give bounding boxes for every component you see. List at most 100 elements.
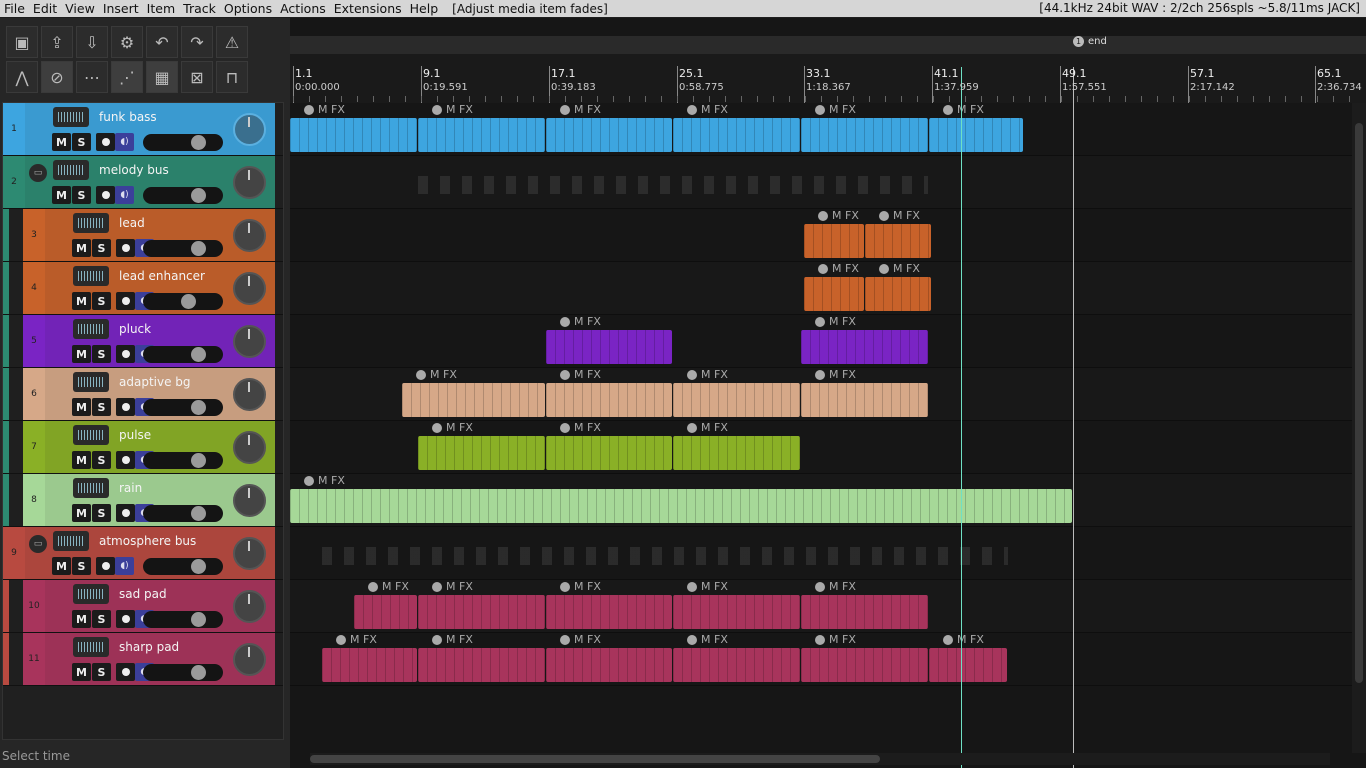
waveform-icon[interactable] — [53, 531, 89, 551]
item-fx-label[interactable]: M FX — [687, 421, 728, 434]
track-lane-5[interactable]: M FX M FX — [290, 315, 1366, 368]
item-fx-label[interactable]: M FX — [818, 209, 859, 222]
save-icon[interactable]: ⇩ — [76, 26, 108, 58]
envelope-icon[interactable]: ⋰ — [111, 61, 143, 93]
solo-button[interactable]: S — [72, 557, 91, 575]
item-knob-icon[interactable] — [815, 369, 825, 380]
pan-knob[interactable] — [233, 272, 266, 305]
track-lane-9[interactable] — [290, 527, 1366, 580]
mute-button[interactable]: M — [72, 504, 91, 522]
vscroll-thumb[interactable] — [1355, 123, 1363, 683]
media-item[interactable] — [673, 383, 800, 417]
item-knob-icon[interactable] — [368, 581, 378, 592]
menu-options[interactable]: Options — [220, 1, 276, 16]
mute-button[interactable]: M — [52, 186, 71, 204]
pan-knob[interactable] — [233, 590, 266, 623]
folder-icon[interactable]: ▭ — [29, 164, 47, 182]
item-fx-label[interactable]: M FX — [815, 633, 856, 646]
fader-thumb[interactable] — [191, 453, 206, 468]
link-icon[interactable]: ⊘ — [41, 61, 73, 93]
item-fx-label[interactable]: M FX — [432, 103, 473, 116]
item-fx-label[interactable]: M FX — [687, 580, 728, 593]
media-item[interactable] — [354, 595, 417, 629]
item-fx-label[interactable]: M FX — [879, 209, 920, 222]
item-knob-icon[interactable] — [815, 104, 825, 115]
track-lane-1[interactable]: M FX M FX M FX M FX M FX M FX — [290, 103, 1366, 156]
item-knob-icon[interactable] — [560, 104, 570, 115]
track-number[interactable]: 5 — [23, 315, 45, 367]
solo-button[interactable]: S — [72, 133, 91, 151]
item-fx-label[interactable]: M FX — [336, 633, 377, 646]
solo-button[interactable]: S — [72, 186, 91, 204]
item-knob-icon[interactable] — [432, 581, 442, 592]
metronome-icon[interactable]: ⚠ — [216, 26, 248, 58]
record-arm-button[interactable] — [116, 504, 135, 522]
solo-button[interactable]: S — [92, 398, 111, 416]
item-fx-label[interactable]: M FX — [687, 368, 728, 381]
solo-button[interactable]: S — [92, 345, 111, 363]
track-number[interactable]: 11 — [23, 633, 45, 685]
track-lane-10[interactable]: M FX M FX M FX M FX M FX — [290, 580, 1366, 633]
redo-icon[interactable]: ↷ — [181, 26, 213, 58]
menu-actions[interactable]: Actions — [276, 1, 330, 16]
item-fx-label[interactable]: M FX — [879, 262, 920, 275]
media-item[interactable] — [546, 595, 672, 629]
fader-thumb[interactable] — [191, 559, 206, 574]
track-number[interactable]: 1 — [3, 103, 25, 155]
item-knob-icon[interactable] — [943, 634, 953, 645]
mute-button[interactable]: M — [72, 345, 91, 363]
item-fx-label[interactable]: M FX — [432, 580, 473, 593]
menu-help[interactable]: Help — [406, 1, 443, 16]
item-knob-icon[interactable] — [943, 104, 953, 115]
item-knob-icon[interactable] — [432, 422, 442, 433]
track-number[interactable]: 7 — [23, 421, 45, 473]
track-2[interactable]: 2 ▭ melody bus M S ◖) — [3, 156, 283, 209]
track-number[interactable]: 3 — [23, 209, 45, 261]
solo-button[interactable]: S — [92, 239, 111, 257]
track-name[interactable]: adaptive bg — [119, 375, 191, 389]
record-arm-button[interactable] — [116, 451, 135, 469]
media-item[interactable] — [929, 648, 1007, 682]
mute-button[interactable]: M — [72, 451, 91, 469]
record-arm-button[interactable] — [116, 398, 135, 416]
settings-icon[interactable]: ⚙ — [111, 26, 143, 58]
track-name[interactable]: melody bus — [99, 163, 169, 177]
media-item[interactable] — [801, 330, 928, 364]
media-item[interactable] — [418, 118, 545, 152]
item-fx-label[interactable]: M FX — [416, 368, 457, 381]
item-knob-icon[interactable] — [560, 634, 570, 645]
media-item[interactable] — [673, 118, 800, 152]
pan-knob[interactable] — [233, 378, 266, 411]
track-7[interactable]: 7pulseMS◖) — [3, 421, 283, 474]
fader-thumb[interactable] — [191, 188, 206, 203]
track-11[interactable]: 11sharp padMS◖) — [3, 633, 283, 686]
media-item[interactable] — [673, 595, 800, 629]
track-lane-6[interactable]: M FX M FX M FX M FX — [290, 368, 1366, 421]
item-fx-label[interactable]: M FX — [943, 103, 984, 116]
crossfade-icon[interactable]: ⋀ — [6, 61, 38, 93]
volume-fader[interactable] — [143, 187, 223, 204]
pan-knob[interactable] — [233, 537, 266, 570]
record-arm-button[interactable] — [96, 186, 115, 204]
track-lane-2[interactable] — [290, 156, 1366, 209]
volume-fader[interactable] — [143, 505, 223, 522]
media-item[interactable] — [546, 436, 672, 470]
solo-button[interactable]: S — [92, 292, 111, 310]
track-name[interactable]: sharp pad — [119, 640, 179, 654]
fader-thumb[interactable] — [191, 665, 206, 680]
item-knob-icon[interactable] — [815, 634, 825, 645]
item-knob-icon[interactable] — [687, 581, 697, 592]
item-fx-label[interactable]: M FX — [560, 580, 601, 593]
menu-extensions[interactable]: Extensions — [330, 1, 406, 16]
waveform-icon[interactable] — [53, 160, 89, 180]
media-item[interactable] — [546, 648, 672, 682]
media-item[interactable] — [290, 118, 417, 152]
pan-knob[interactable] — [233, 219, 266, 252]
volume-fader[interactable] — [143, 611, 223, 628]
volume-fader[interactable] — [143, 558, 223, 575]
fader-thumb[interactable] — [191, 347, 206, 362]
track-name[interactable]: sad pad — [119, 587, 167, 601]
track-name[interactable]: funk bass — [99, 110, 157, 124]
item-fx-label[interactable]: M FX — [560, 315, 601, 328]
record-arm-button[interactable] — [116, 292, 135, 310]
